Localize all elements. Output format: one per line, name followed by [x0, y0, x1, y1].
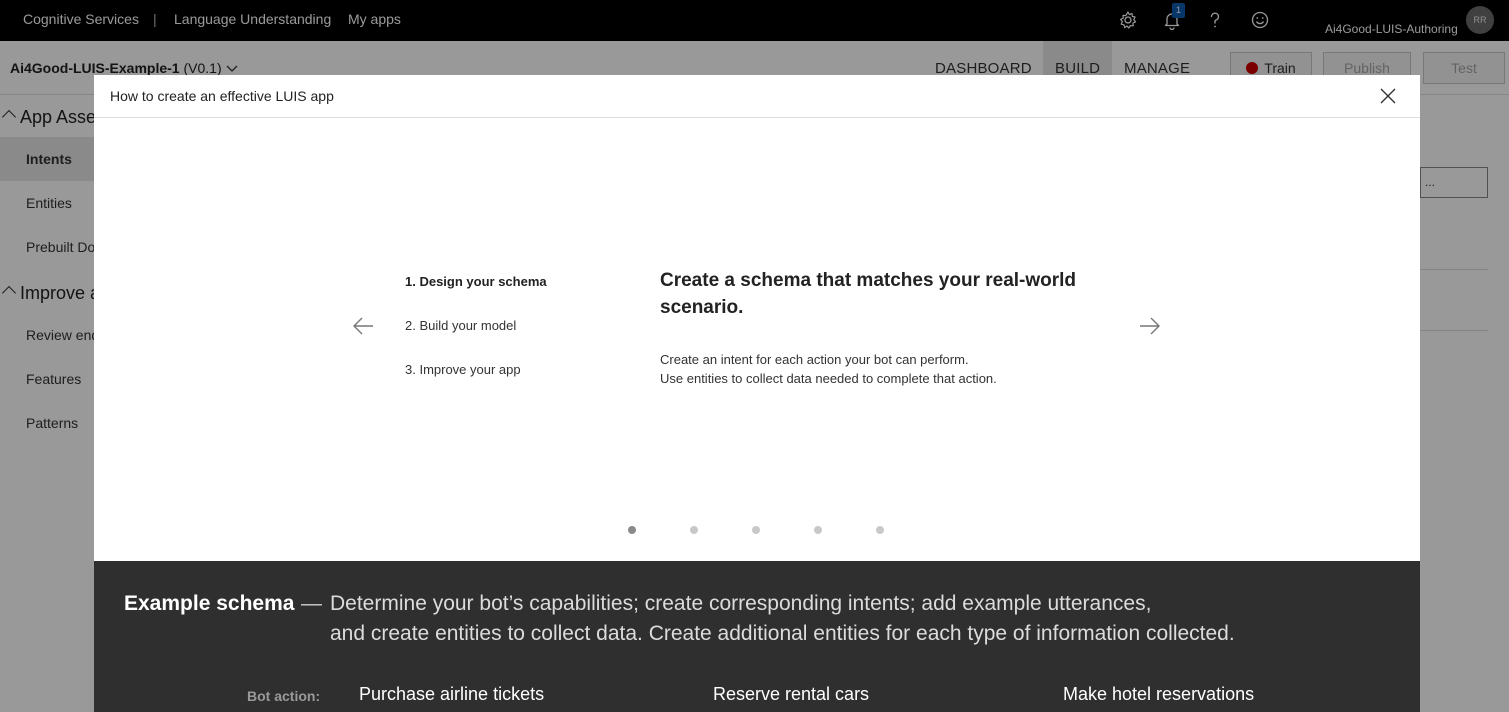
example-title: Example schema [124, 592, 295, 615]
step-description: Create an intent for each action your bo… [660, 350, 997, 388]
description-line: Use entities to collect data needed to c… [660, 371, 997, 386]
step-improve-app[interactable]: 3. Improve your app [405, 362, 521, 377]
page-dot-2[interactable] [690, 526, 698, 534]
dialog-title: How to create an effective LUIS app [110, 88, 334, 104]
bot-action-item: Reserve rental cars [713, 684, 870, 704]
close-icon[interactable] [1378, 86, 1398, 106]
dialog-header: How to create an effective LUIS app [94, 75, 1420, 118]
page-dot-3[interactable] [752, 526, 760, 534]
example-schema-panel: Example schema — Determine your bot’s ca… [94, 561, 1420, 712]
arrow-right-icon[interactable] [1138, 315, 1162, 337]
step-design-schema[interactable]: 1. Design your schema [405, 274, 547, 289]
bot-action-label: Bot action: [247, 688, 321, 704]
example-text-line1: Determine your bot’s capabilities; creat… [330, 592, 1152, 615]
tutorial-dialog: How to create an effective LUIS app 1. D… [94, 75, 1420, 712]
bot-action-item: Make hotel reservations [1063, 684, 1255, 704]
step-build-model[interactable]: 2. Build your model [405, 318, 516, 333]
arrow-left-icon[interactable] [351, 315, 375, 337]
description-line: Create an intent for each action your bo… [660, 352, 969, 367]
page-dot-1[interactable] [628, 526, 636, 534]
example-text-line2: and create entities to collect data. Cre… [330, 622, 1235, 645]
page-dot-4[interactable] [814, 526, 822, 534]
step-headline: Create a schema that matches your real-w… [660, 270, 1077, 318]
bot-action-item: Purchase airline tickets [359, 684, 545, 704]
example-dash: — [301, 592, 322, 615]
page-dot-5[interactable] [876, 526, 884, 534]
